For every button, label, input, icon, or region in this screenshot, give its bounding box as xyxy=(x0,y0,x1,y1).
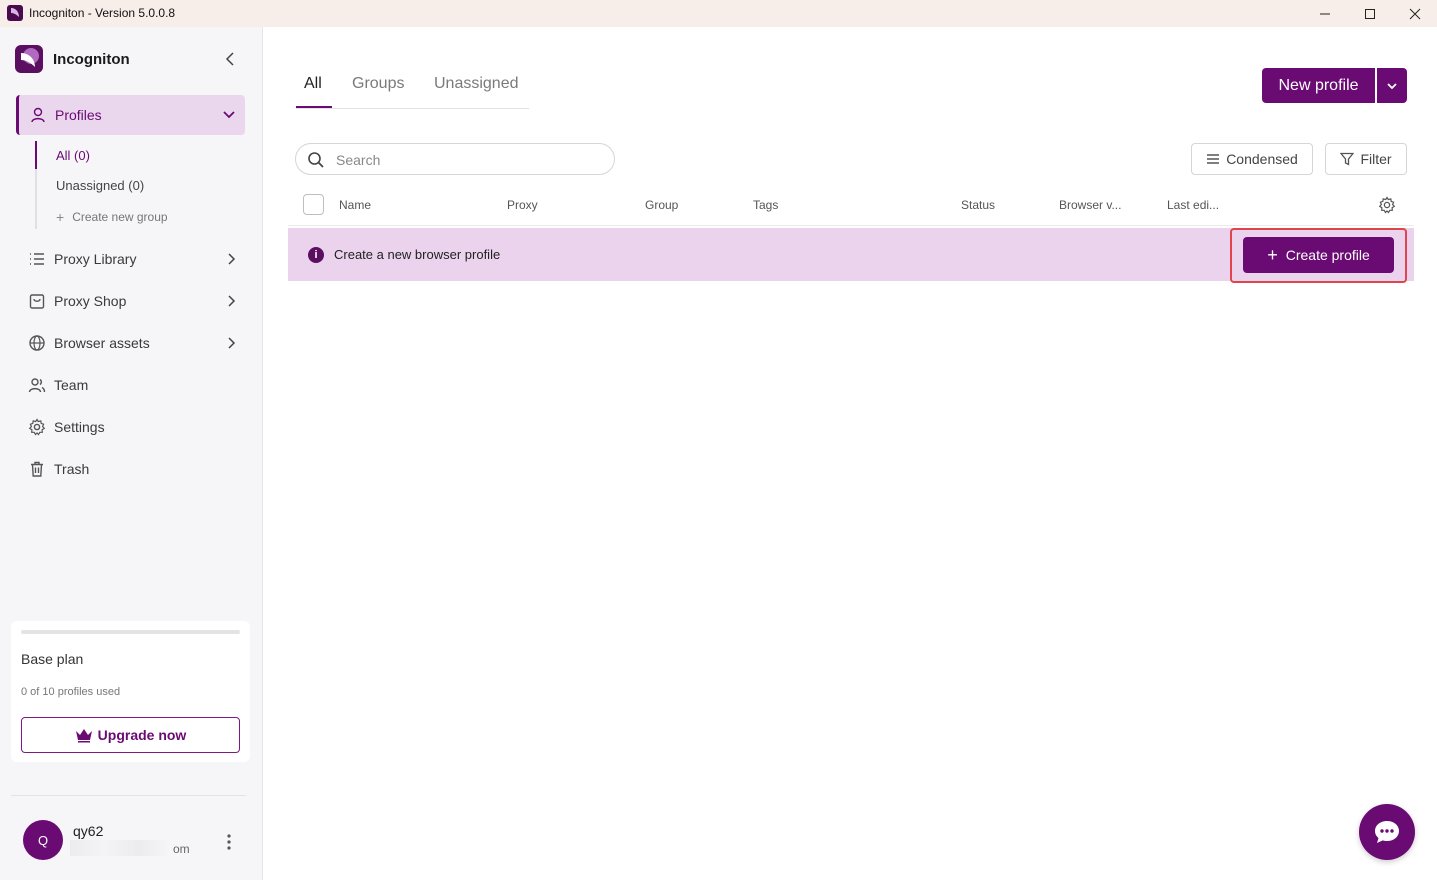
maximize-icon xyxy=(1365,8,1375,19)
user-name: qy62 xyxy=(73,823,104,839)
shopping-bag-icon xyxy=(29,294,45,309)
more-vertical-icon xyxy=(227,834,231,850)
sidebar-item-proxy-shop[interactable]: Proxy Shop xyxy=(28,286,245,316)
column-header-status[interactable]: Status xyxy=(961,198,995,212)
select-all-checkbox[interactable] xyxy=(303,194,324,215)
column-header-last-edited[interactable]: Last edi... xyxy=(1167,198,1219,212)
search-box xyxy=(295,143,615,175)
sidebar-item-profiles[interactable]: Profiles xyxy=(16,95,245,135)
title-bar: Incogniton - Version 5.0.0.8 xyxy=(0,0,1437,27)
plan-usage-text: 0 of 10 profiles used xyxy=(21,686,121,698)
window-title: Incogniton - Version 5.0.0.8 xyxy=(29,6,176,20)
email-redaction xyxy=(70,840,174,856)
sidebar-item-label: Trash xyxy=(54,461,90,477)
new-profile-dropdown-button[interactable] xyxy=(1377,68,1407,103)
chevron-right-icon xyxy=(228,253,236,265)
brand-logo-icon xyxy=(15,45,43,73)
collapse-sidebar-button[interactable] xyxy=(221,49,241,69)
filter-label: Filter xyxy=(1360,151,1392,167)
avatar[interactable]: Q xyxy=(23,820,63,860)
plan-name: Base plan xyxy=(21,651,84,667)
brand: Incogniton xyxy=(15,45,130,73)
chevron-right-icon xyxy=(228,337,236,349)
close-button[interactable] xyxy=(1392,0,1437,27)
tab-unassigned[interactable]: Unassigned xyxy=(434,75,519,93)
search-icon xyxy=(308,152,324,168)
condensed-button[interactable]: Condensed xyxy=(1191,143,1313,175)
list-icon xyxy=(30,253,44,265)
user-icon xyxy=(31,107,45,123)
active-tab-indicator xyxy=(296,106,332,108)
menu-lines-icon xyxy=(1207,154,1220,164)
column-header-tags[interactable]: Tags xyxy=(753,198,778,212)
new-profile-button[interactable]: New profile xyxy=(1262,68,1375,103)
sidebar-item-label: Team xyxy=(54,377,89,393)
user-menu-button[interactable] xyxy=(221,832,237,852)
info-icon: i xyxy=(308,247,324,263)
banner-message: Create a new browser profile xyxy=(334,247,501,262)
globe-icon xyxy=(29,335,45,351)
sidebar-item-label: Proxy Library xyxy=(54,251,137,267)
app-logo-icon xyxy=(7,5,23,21)
chat-bubble-icon xyxy=(1375,821,1399,843)
minimize-icon xyxy=(1320,13,1330,14)
plan-card: Base plan 0 of 10 profiles used Upgrade … xyxy=(11,621,250,762)
column-header-browser-version[interactable]: Browser v... xyxy=(1059,198,1121,212)
email-tail: om xyxy=(173,842,190,856)
plan-usage-bar xyxy=(21,630,240,634)
create-profile-button[interactable]: + Create profile xyxy=(1243,237,1394,273)
sidebar-subitem-unassigned[interactable]: Unassigned (0) xyxy=(56,178,144,193)
maximize-button[interactable] xyxy=(1347,0,1393,27)
brand-name: Incogniton xyxy=(53,50,130,68)
sidebar-item-label: Profiles xyxy=(55,107,102,123)
table-header: Name Proxy Group Tags Status Browser v..… xyxy=(288,190,1414,226)
create-profile-label: Create profile xyxy=(1285,247,1370,263)
plus-icon: + xyxy=(1267,245,1278,265)
chevron-down-icon xyxy=(1387,82,1397,89)
sidebar-subitem-all[interactable]: All (0) xyxy=(56,148,90,163)
sidebar-divider xyxy=(11,795,246,796)
chevron-right-icon xyxy=(228,295,236,307)
sidebar-item-label: Settings xyxy=(54,419,105,435)
create-new-group-button[interactable]: + Create new group xyxy=(56,209,168,225)
sidebar-item-trash[interactable]: Trash xyxy=(28,454,245,484)
subnav-active-indicator xyxy=(35,141,37,169)
tab-all[interactable]: All xyxy=(304,75,322,93)
sidebar-item-settings[interactable]: Settings xyxy=(28,412,245,442)
minimize-button[interactable] xyxy=(1302,0,1348,27)
sidebar-item-proxy-library[interactable]: Proxy Library xyxy=(28,244,245,274)
chevron-left-icon xyxy=(225,52,234,66)
gear-icon xyxy=(1378,196,1396,214)
sidebar-item-label: Proxy Shop xyxy=(54,293,127,309)
user-email: om xyxy=(70,840,190,856)
filter-icon xyxy=(1340,152,1355,166)
condensed-label: Condensed xyxy=(1226,151,1298,167)
create-group-label: Create new group xyxy=(72,210,168,224)
column-settings-button[interactable] xyxy=(1378,196,1396,219)
column-header-proxy[interactable]: Proxy xyxy=(507,198,538,212)
upgrade-now-button[interactable]: Upgrade now xyxy=(21,717,240,753)
sidebar-item-label: Browser assets xyxy=(54,335,150,351)
users-icon xyxy=(28,378,46,393)
column-header-group[interactable]: Group xyxy=(645,198,678,212)
sidebar-item-browser-assets[interactable]: Browser assets xyxy=(28,328,245,358)
trash-icon xyxy=(31,461,43,477)
crown-icon xyxy=(75,729,92,743)
close-icon xyxy=(1409,8,1421,19)
chat-support-button[interactable] xyxy=(1359,804,1415,860)
chevron-down-icon xyxy=(223,111,235,119)
plus-icon: + xyxy=(56,209,65,225)
search-input[interactable] xyxy=(336,150,596,170)
sidebar: Incogniton Profiles All (0) Unassigned (… xyxy=(0,27,263,880)
gear-icon xyxy=(28,418,46,436)
upgrade-label: Upgrade now xyxy=(97,727,187,743)
sidebar-item-team[interactable]: Team xyxy=(28,370,245,400)
tab-groups[interactable]: Groups xyxy=(352,75,404,93)
filter-button[interactable]: Filter xyxy=(1325,143,1407,175)
column-header-name[interactable]: Name xyxy=(339,198,371,212)
profile-tabs: All Groups Unassigned xyxy=(296,64,529,109)
